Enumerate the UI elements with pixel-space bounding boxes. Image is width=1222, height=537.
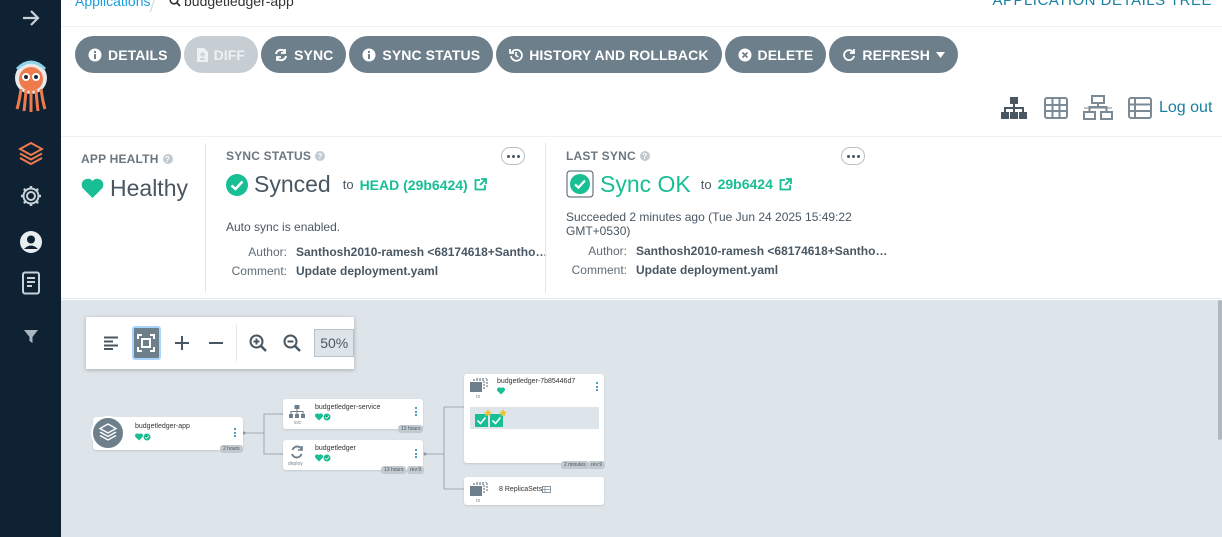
info-icon bbox=[88, 48, 102, 61]
history-rollback-button[interactable]: HISTORY AND ROLLBACK bbox=[496, 36, 722, 73]
divider bbox=[545, 143, 546, 293]
replicaset-node-menu[interactable] bbox=[596, 382, 599, 393]
service-node[interactable]: svc budgetledger-service 13 hours bbox=[283, 399, 424, 433]
details-button[interactable]: DETAILS bbox=[75, 36, 181, 73]
top-bar: Applications budgetledger-app APPLICATIO… bbox=[61, 0, 1222, 27]
documentation-nav-icon[interactable] bbox=[0, 270, 61, 296]
health-status-text: Healthy bbox=[110, 175, 188, 201]
argo-logo-icon bbox=[0, 58, 61, 114]
search-icon bbox=[169, 0, 181, 7]
app-node-menu[interactable] bbox=[234, 428, 237, 439]
heart-icon bbox=[497, 387, 505, 395]
heart-icon bbox=[81, 178, 104, 198]
help-icon[interactable]: ? bbox=[315, 151, 326, 161]
breadcrumb-app-name: budgetledger-app bbox=[184, 0, 294, 9]
app-toolbar: DETAILS DIFF SYNC SYNC STATUS HISTORY AN… bbox=[75, 36, 958, 73]
pod-group bbox=[470, 407, 599, 429]
service-node-age: 13 hours bbox=[398, 425, 424, 433]
service-node-menu[interactable] bbox=[415, 407, 418, 418]
page-title: APPLICATION DETAILS TREE bbox=[992, 0, 1212, 9]
auto-sync-text: Auto sync is enabled. bbox=[226, 220, 341, 234]
pod-icons[interactable] bbox=[474, 408, 510, 428]
deployment-node[interactable]: deploy budgetledger 13 hours rev:9 bbox=[283, 440, 425, 474]
info-icon bbox=[362, 48, 376, 61]
history-icon bbox=[509, 48, 524, 62]
refresh-icon bbox=[843, 48, 856, 61]
file-diff-icon bbox=[196, 47, 208, 62]
applications-nav-icon[interactable] bbox=[0, 140, 61, 166]
sync-status-text: Synced bbox=[254, 171, 331, 197]
app-node[interactable]: budgetledger-app 2 hours bbox=[91, 416, 243, 453]
list-icon bbox=[542, 486, 551, 493]
network-view-icon[interactable] bbox=[1077, 95, 1119, 121]
delete-button[interactable]: DELETE bbox=[724, 36, 827, 73]
replicaset-node-rev: rev:9 bbox=[588, 461, 606, 469]
collapse-nav-arrow-icon[interactable] bbox=[0, 8, 61, 28]
caret-down-icon bbox=[935, 51, 945, 58]
replicaset-node-age: 2 minutes bbox=[561, 461, 589, 469]
sync-icon bbox=[275, 48, 288, 61]
list-view-icon[interactable] bbox=[1119, 97, 1161, 119]
view-toggles bbox=[993, 95, 1161, 121]
last-sync-more-button[interactable] bbox=[841, 147, 865, 165]
sync-revision-link[interactable]: HEAD (29b6424) bbox=[360, 177, 468, 193]
sync-status-row: Synced to HEAD (29b6424) bbox=[226, 171, 547, 198]
healthy-synced-icons bbox=[135, 433, 151, 441]
deployment-node-age: 13 hours bbox=[381, 466, 407, 474]
replicaset-node[interactable]: rs budgetledger-7b85446d7 2 minutes rev:… bbox=[464, 374, 606, 469]
service-icon bbox=[289, 405, 305, 418]
replicasets-group-node[interactable]: rs 8 ReplicaSets bbox=[464, 477, 604, 505]
sync-comment-row: Comment: Update deployment.yaml bbox=[231, 264, 439, 278]
app-health-label: APP HEALTH ? bbox=[81, 152, 188, 166]
app-node-age: 2 hours bbox=[220, 445, 243, 453]
sync-status-button[interactable]: SYNC STATUS bbox=[349, 36, 494, 73]
divider bbox=[205, 143, 206, 293]
refresh-button[interactable]: REFRESH bbox=[829, 36, 958, 73]
healthy-synced-icons bbox=[315, 454, 331, 462]
last-sync-author-row: Author: Santhosh2010-ramesh <68174618+Sa… bbox=[588, 244, 888, 258]
healthy-synced-icons bbox=[315, 413, 331, 421]
sync-status-more-button[interactable] bbox=[501, 147, 525, 165]
last-sync-revision-link[interactable]: 29b6424 bbox=[718, 176, 773, 192]
app-health-section: APP HEALTH ? Healthy bbox=[81, 152, 188, 202]
diff-button[interactable]: DIFF bbox=[183, 36, 259, 73]
check-circle-icon bbox=[566, 170, 594, 198]
left-navigation bbox=[0, 0, 61, 537]
replicaset-icon bbox=[470, 378, 488, 392]
resource-tree-canvas[interactable]: 50% budgetledger-app 2 hours svc budgetl… bbox=[61, 300, 1222, 537]
sync-button[interactable]: SYNC bbox=[261, 36, 347, 73]
settings-nav-icon[interactable] bbox=[0, 183, 61, 209]
help-icon[interactable]: ? bbox=[162, 154, 173, 164]
last-sync-succeeded-text: Succeeded 2 minutes ago (Tue Jun 24 2025… bbox=[566, 210, 852, 238]
help-icon[interactable]: ? bbox=[639, 151, 650, 161]
close-circle-icon bbox=[738, 48, 752, 61]
check-circle-icon bbox=[226, 173, 248, 196]
external-link-icon[interactable] bbox=[779, 177, 792, 191]
status-panel: APP HEALTH ? Healthy SYNC STATUS ? Synce… bbox=[61, 136, 1222, 299]
logout-link[interactable]: Log out bbox=[1159, 99, 1212, 117]
app-health-status: Healthy bbox=[81, 175, 188, 202]
filter-nav-icon[interactable] bbox=[0, 327, 61, 345]
external-link-icon[interactable] bbox=[474, 178, 487, 191]
deployment-node-menu[interactable] bbox=[415, 449, 418, 460]
sync-status-section: SYNC STATUS ? Synced to HEAD (29b6424) A… bbox=[226, 149, 547, 278]
deployment-icon bbox=[291, 445, 303, 459]
application-icon bbox=[91, 416, 125, 450]
user-info-nav-icon[interactable] bbox=[0, 229, 61, 255]
pods-view-icon[interactable] bbox=[1035, 97, 1077, 119]
deployment-node-rev: rev:9 bbox=[407, 466, 425, 474]
last-sync-comment-row: Comment: Update deployment.yaml bbox=[571, 263, 779, 277]
last-sync-section: LAST SYNC ? Sync OK to 29b6424 Succeeded… bbox=[566, 149, 896, 277]
last-sync-row: Sync OK to 29b6424 bbox=[566, 170, 896, 198]
sync-status-label: SYNC STATUS ? bbox=[226, 149, 547, 163]
graph-scrollbar[interactable] bbox=[1218, 300, 1222, 440]
breadcrumb-separator bbox=[149, 0, 158, 13]
sync-author-row: Author: Santhosh2010-ramesh <68174618+Sa… bbox=[248, 245, 548, 259]
tree-view-icon[interactable] bbox=[993, 96, 1035, 120]
breadcrumb-current: budgetledger-app bbox=[169, 0, 294, 9]
breadcrumb-applications-link[interactable]: Applications bbox=[75, 0, 151, 9]
replicaset-icon bbox=[470, 482, 488, 496]
last-sync-status-text: Sync OK bbox=[600, 170, 691, 197]
